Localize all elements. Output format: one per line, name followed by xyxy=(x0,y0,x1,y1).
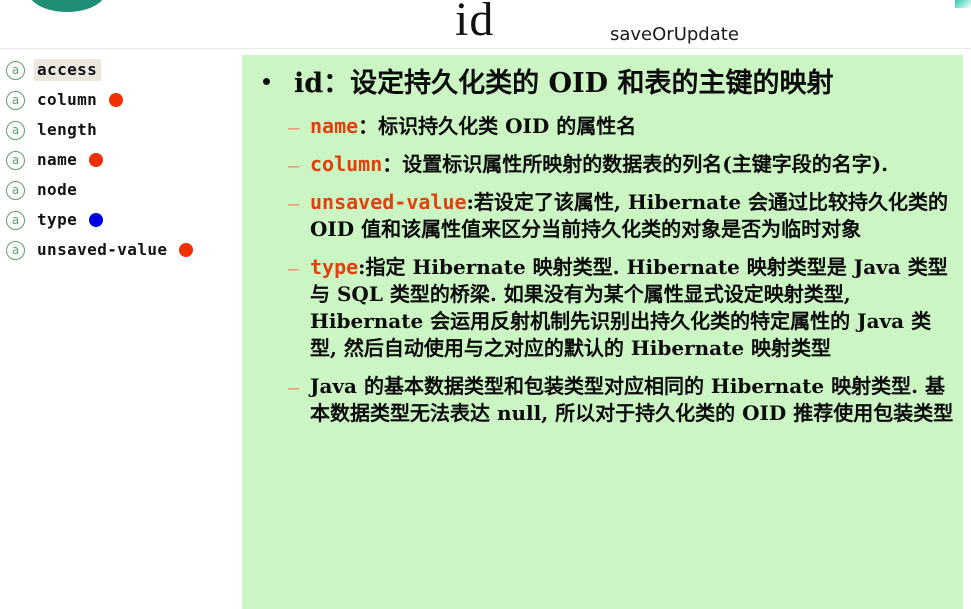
content-panel: id：设定持久化类的 OID 和表的主键的映射 – name：标识持久化类 OID… xyxy=(242,55,963,609)
at-attribute-icon: a xyxy=(6,240,25,260)
attribute-label: unsaved-value xyxy=(37,240,168,259)
at-attribute-icon: a xyxy=(6,60,25,80)
keyword-token: unsaved-value xyxy=(310,190,467,214)
at-attribute-icon: a xyxy=(6,90,25,110)
at-attribute-icon: a xyxy=(6,210,25,230)
sub-bullet-item-note: – Java 的基本数据类型和包装类型对应相同的 Hibernate 映射类型. … xyxy=(242,373,963,431)
attribute-row-unsaved-value[interactable]: a unsaved-value xyxy=(0,235,242,265)
keyword-token: type xyxy=(310,255,359,279)
page-title: id xyxy=(455,0,495,46)
marker-dot-red xyxy=(89,153,104,167)
dash-bullet-icon: – xyxy=(288,377,300,399)
attribute-label: name xyxy=(37,150,78,169)
attribute-list-panel: a access a column a length a name a node a type a uns… xyxy=(0,55,242,609)
attribute-row-length[interactable]: a length xyxy=(0,115,242,145)
dash-bullet-icon: – xyxy=(288,155,300,177)
sub-bullet-item-name: – name：标识持久化类 OID 的属性名 xyxy=(242,113,963,144)
bullet-dot-icon xyxy=(263,78,270,85)
keyword-token: column xyxy=(310,152,383,176)
main-bullet-text: id：设定持久化类的 OID 和表的主键的映射 xyxy=(294,68,834,99)
slide-header: id saveOrUpdate xyxy=(0,0,971,48)
attribute-row-type[interactable]: a type xyxy=(0,205,242,235)
page-subtitle: saveOrUpdate xyxy=(610,24,739,45)
sub-bullet-text: unsaved-value:若设定了该属性, Hibernate 会通过比较持久… xyxy=(310,190,949,241)
sub-bullet-text: name：标识持久化类 OID 的属性名 xyxy=(310,114,637,138)
marker-dot-blue xyxy=(89,213,104,227)
at-attribute-icon: a xyxy=(6,120,25,140)
attribute-label: access xyxy=(34,59,102,81)
header-divider xyxy=(0,48,971,49)
sub-bullet-list: – name：标识持久化类 OID 的属性名 – column：设置标识属性所映射的数… xyxy=(242,113,963,431)
attribute-label: column xyxy=(37,90,98,109)
sub-bullet-item-column: – column：设置标识属性所映射的数据表的列名(主键字段的名字). xyxy=(242,151,963,182)
marker-dot-red xyxy=(179,243,194,257)
marker-dot-red xyxy=(109,93,124,107)
dash-bullet-icon: – xyxy=(288,193,300,215)
sub-bullet-text: column：设置标识属性所映射的数据表的列名(主键字段的名字). xyxy=(310,152,889,176)
sub-bullet-item-type: – type:指定 Hibernate 映射类型. Hibernate 映射类型是… xyxy=(242,254,963,366)
at-attribute-icon: a xyxy=(6,180,25,200)
main-bullet-item: id：设定持久化类的 OID 和表的主键的映射 xyxy=(242,55,963,106)
sub-bullet-item-unsaved-value: – unsaved-value:若设定了该属性, Hibernate 会通过比较持… xyxy=(242,189,963,247)
attribute-label: node xyxy=(37,180,78,199)
dash-bullet-icon: – xyxy=(288,117,300,139)
keyword-token: name xyxy=(310,114,359,138)
attribute-row-column[interactable]: a column xyxy=(0,85,242,115)
attribute-label: type xyxy=(37,210,78,229)
dash-bullet-icon: – xyxy=(288,258,300,280)
sub-bullet-text: Java 的基本数据类型和包装类型对应相同的 Hibernate 映射类型. 基… xyxy=(310,374,954,425)
attribute-row-name[interactable]: a name xyxy=(0,145,242,175)
sub-bullet-text: type:指定 Hibernate 映射类型. Hibernate 映射类型是 … xyxy=(310,255,948,360)
at-attribute-icon: a xyxy=(6,150,25,170)
attribute-row-access[interactable]: a access xyxy=(0,55,242,85)
attribute-row-node[interactable]: a node xyxy=(0,175,242,205)
attribute-label: length xyxy=(37,120,98,139)
